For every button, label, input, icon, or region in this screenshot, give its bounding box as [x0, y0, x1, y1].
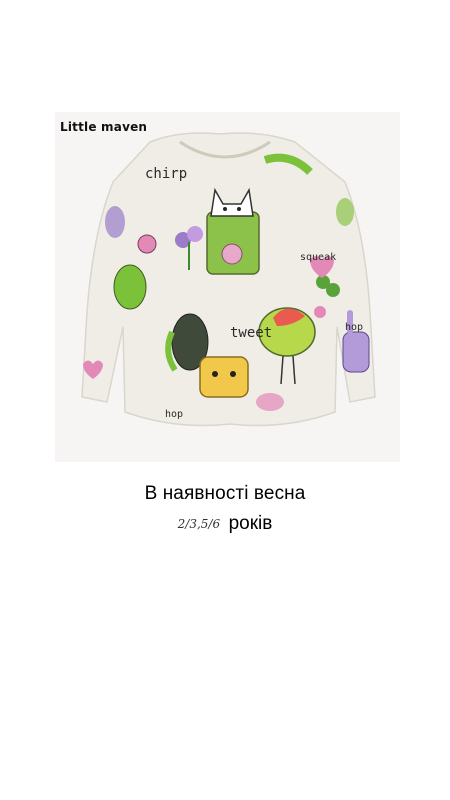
sweatshirt-illustration: chirp tweet squeak hop hop: [81, 132, 376, 427]
caption-line-1: В наявності весна: [144, 483, 306, 504]
print-word-squeak: squeak: [300, 252, 336, 263]
brand-label: Little maven: [60, 120, 148, 134]
print-word-tweet: tweet: [230, 325, 272, 341]
size-range: 2/3,5/6: [177, 517, 221, 531]
print-word-hop: hop: [345, 322, 363, 333]
caption-line-2: 2/3,5/6 років: [0, 513, 450, 535]
years-label: років: [228, 513, 273, 534]
print-word-hop-2: hop: [165, 409, 183, 420]
print-word-chirp: chirp: [145, 166, 187, 182]
